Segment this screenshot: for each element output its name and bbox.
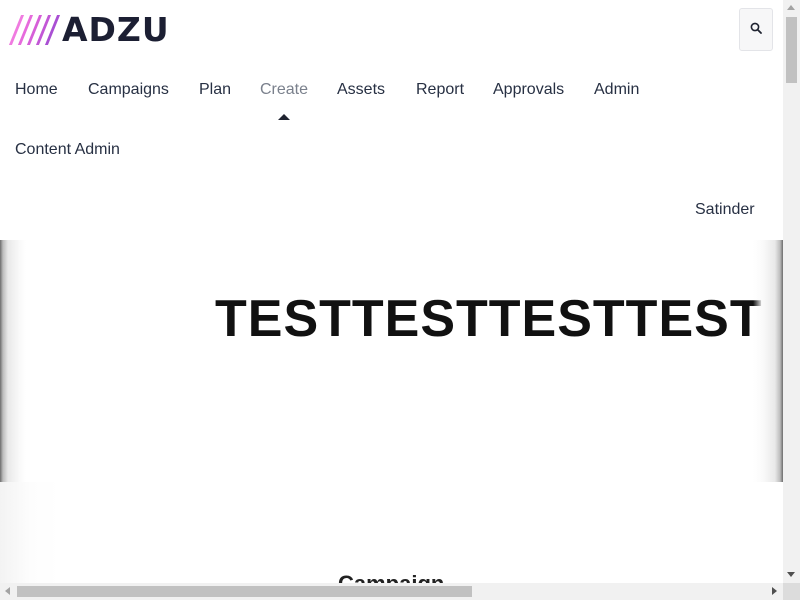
hero-edge-shadow-left bbox=[0, 240, 26, 482]
nav-item-assets[interactable]: Assets bbox=[337, 80, 385, 100]
logo-text: ADZU bbox=[62, 10, 170, 49]
search-button[interactable] bbox=[739, 8, 773, 51]
nav-item-campaigns[interactable]: Campaigns bbox=[88, 80, 169, 100]
search-icon bbox=[750, 21, 762, 39]
vertical-scroll-thumb[interactable] bbox=[786, 17, 797, 83]
nav-item-admin[interactable]: Admin bbox=[594, 80, 639, 100]
scroll-up-arrow-icon[interactable] bbox=[787, 5, 795, 10]
user-menu[interactable]: Satinder bbox=[695, 200, 755, 220]
page-viewport: ADZU Home Campaigns Plan Create Assets R… bbox=[0, 0, 783, 583]
nav-item-create[interactable]: Create bbox=[260, 80, 308, 100]
content-area bbox=[0, 482, 783, 583]
nav-item-plan[interactable]: Plan bbox=[199, 80, 231, 100]
nav-item-approvals[interactable]: Approvals bbox=[493, 80, 564, 100]
adzu-logo[interactable]: ADZU bbox=[8, 10, 170, 49]
horizontal-scroll-thumb[interactable] bbox=[17, 586, 472, 597]
scroll-right-arrow-icon[interactable] bbox=[772, 587, 777, 595]
scrollbar-corner bbox=[783, 583, 800, 600]
nav-item-content-admin[interactable]: Content Admin bbox=[15, 140, 120, 160]
hero-banner: TESTTESTTESTTESTTEST bbox=[0, 240, 783, 482]
active-nav-indicator bbox=[278, 114, 290, 120]
vertical-scrollbar[interactable] bbox=[783, 0, 800, 583]
horizontal-scrollbar[interactable] bbox=[0, 583, 783, 600]
nav-item-report[interactable]: Report bbox=[416, 80, 464, 100]
section-heading: Campaign bbox=[338, 572, 444, 584]
scroll-left-arrow-icon[interactable] bbox=[5, 587, 10, 595]
logo-stripes bbox=[8, 15, 61, 45]
hero-title: TESTTESTTESTTESTTEST bbox=[215, 289, 783, 348]
scroll-down-arrow-icon[interactable] bbox=[787, 572, 795, 577]
nav-item-home[interactable]: Home bbox=[15, 80, 58, 100]
hero-edge-shadow-right bbox=[753, 240, 783, 482]
